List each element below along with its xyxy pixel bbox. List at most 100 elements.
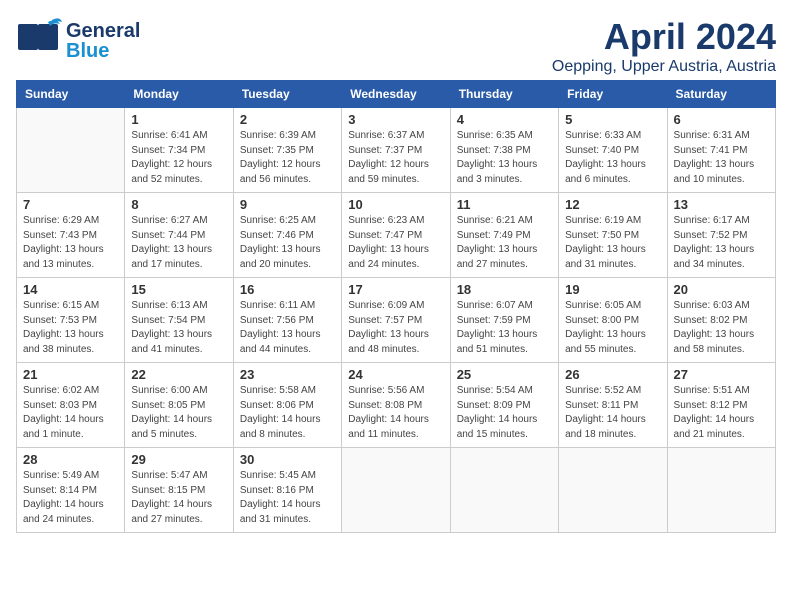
logo-blue: Blue xyxy=(66,41,140,61)
calendar-cell xyxy=(17,108,125,193)
weekday-header: Thursday xyxy=(450,81,558,108)
day-number: 30 xyxy=(240,452,335,467)
calendar-cell: 9 Sunrise: 6:25 AM Sunset: 7:46 PM Daylig… xyxy=(233,193,341,278)
month-title: April 2024 xyxy=(552,16,776,58)
day-detail: Sunrise: 5:58 AM Sunset: 8:06 PM Dayligh… xyxy=(240,384,335,442)
day-number: 27 xyxy=(674,367,769,382)
weekday-header: Sunday xyxy=(17,81,125,108)
calendar-cell: 25Sunrise: 5:54 AM Sunset: 8:09 PM Dayli… xyxy=(450,363,558,448)
calendar-cell: 28 Sunrise: 5:49 AM Sunset: 8:14 PM Dayli… xyxy=(17,448,125,533)
day-detail: Sunrise: 5:52 AM Sunset: 8:11 PM Dayligh… xyxy=(565,384,660,442)
calendar-week-row: 28 Sunrise: 5:49 AM Sunset: 8:14 PM Dayli… xyxy=(17,448,776,533)
logo-general: General xyxy=(66,21,140,41)
day-detail: Sunrise: 6:25 AM Sunset: 7:46 PM Dayligh… xyxy=(240,214,335,272)
day-number: 2 xyxy=(240,112,335,127)
day-number: 18 xyxy=(457,282,552,297)
day-number: 9 xyxy=(240,197,335,212)
calendar-header: SundayMondayTuesdayWednesdayThursdayFrid… xyxy=(17,81,776,108)
calendar-cell: 21Sunrise: 6:02 AM Sunset: 8:03 PM Dayli… xyxy=(17,363,125,448)
calendar-cell: 20 Sunrise: 6:03 AM Sunset: 8:02 PM Dayli… xyxy=(667,278,775,363)
day-number: 1 xyxy=(131,112,226,127)
calendar-cell: 14Sunrise: 6:15 AM Sunset: 7:53 PM Dayli… xyxy=(17,278,125,363)
calendar-week-row: 7 Sunrise: 6:29 AM Sunset: 7:43 PM Daylig… xyxy=(17,193,776,278)
day-detail: Sunrise: 6:00 AM Sunset: 8:05 PM Dayligh… xyxy=(131,384,226,442)
day-number: 16 xyxy=(240,282,335,297)
day-detail: Sunrise: 6:39 AM Sunset: 7:35 PM Dayligh… xyxy=(240,129,335,187)
day-number: 20 xyxy=(674,282,769,297)
day-number: 5 xyxy=(565,112,660,127)
calendar-cell: 5Sunrise: 6:33 AM Sunset: 7:40 PM Daylig… xyxy=(559,108,667,193)
calendar-cell: 22 Sunrise: 6:00 AM Sunset: 8:05 PM Dayli… xyxy=(125,363,233,448)
day-detail: Sunrise: 6:41 AM Sunset: 7:34 PM Dayligh… xyxy=(131,129,226,187)
day-number: 15 xyxy=(131,282,226,297)
day-detail: Sunrise: 6:07 AM Sunset: 7:59 PM Dayligh… xyxy=(457,299,552,357)
calendar-cell: 17Sunrise: 6:09 AM Sunset: 7:57 PM Dayli… xyxy=(342,278,450,363)
day-detail: Sunrise: 5:45 AM Sunset: 8:16 PM Dayligh… xyxy=(240,469,335,527)
calendar-week-row: 21Sunrise: 6:02 AM Sunset: 8:03 PM Dayli… xyxy=(17,363,776,448)
day-number: 29 xyxy=(131,452,226,467)
calendar-table: SundayMondayTuesdayWednesdayThursdayFrid… xyxy=(16,80,776,533)
day-detail: Sunrise: 5:54 AM Sunset: 8:09 PM Dayligh… xyxy=(457,384,552,442)
day-number: 21 xyxy=(23,367,118,382)
day-detail: Sunrise: 5:47 AM Sunset: 8:15 PM Dayligh… xyxy=(131,469,226,527)
calendar-cell: 19 Sunrise: 6:05 AM Sunset: 8:00 PM Dayli… xyxy=(559,278,667,363)
day-detail: Sunrise: 6:09 AM Sunset: 7:57 PM Dayligh… xyxy=(348,299,443,357)
calendar-cell xyxy=(559,448,667,533)
day-number: 23 xyxy=(240,367,335,382)
day-detail: Sunrise: 6:37 AM Sunset: 7:37 PM Dayligh… xyxy=(348,129,443,187)
calendar-cell: 7 Sunrise: 6:29 AM Sunset: 7:43 PM Daylig… xyxy=(17,193,125,278)
day-number: 6 xyxy=(674,112,769,127)
day-number: 14 xyxy=(23,282,118,297)
day-number: 24 xyxy=(348,367,443,382)
day-number: 10 xyxy=(348,197,443,212)
day-detail: Sunrise: 6:35 AM Sunset: 7:38 PM Dayligh… xyxy=(457,129,552,187)
calendar-cell: 15 Sunrise: 6:13 AM Sunset: 7:54 PM Dayli… xyxy=(125,278,233,363)
weekday-header: Tuesday xyxy=(233,81,341,108)
day-detail: Sunrise: 6:05 AM Sunset: 8:00 PM Dayligh… xyxy=(565,299,660,357)
calendar-cell: 16 Sunrise: 6:11 AM Sunset: 7:56 PM Dayli… xyxy=(233,278,341,363)
weekday-header: Friday xyxy=(559,81,667,108)
calendar-cell: 26 Sunrise: 5:52 AM Sunset: 8:11 PM Dayli… xyxy=(559,363,667,448)
calendar-cell: 11Sunrise: 6:21 AM Sunset: 7:49 PM Dayli… xyxy=(450,193,558,278)
calendar-cell xyxy=(450,448,558,533)
day-detail: Sunrise: 5:56 AM Sunset: 8:08 PM Dayligh… xyxy=(348,384,443,442)
calendar-cell: 6 Sunrise: 6:31 AM Sunset: 7:41 PM Daylig… xyxy=(667,108,775,193)
day-detail: Sunrise: 6:11 AM Sunset: 7:56 PM Dayligh… xyxy=(240,299,335,357)
calendar-cell: 8Sunrise: 6:27 AM Sunset: 7:44 PM Daylig… xyxy=(125,193,233,278)
calendar-cell: 1 Sunrise: 6:41 AM Sunset: 7:34 PM Daylig… xyxy=(125,108,233,193)
location-title: Oepping, Upper Austria, Austria xyxy=(552,58,776,76)
title-section: April 2024 Oepping, Upper Austria, Austr… xyxy=(552,16,776,76)
calendar-cell: 2 Sunrise: 6:39 AM Sunset: 7:35 PM Daylig… xyxy=(233,108,341,193)
day-detail: Sunrise: 6:31 AM Sunset: 7:41 PM Dayligh… xyxy=(674,129,769,187)
calendar-cell: 3 Sunrise: 6:37 AM Sunset: 7:37 PM Daylig… xyxy=(342,108,450,193)
day-detail: Sunrise: 6:19 AM Sunset: 7:50 PM Dayligh… xyxy=(565,214,660,272)
calendar-cell xyxy=(667,448,775,533)
calendar-cell: 13Sunrise: 6:17 AM Sunset: 7:52 PM Dayli… xyxy=(667,193,775,278)
day-number: 11 xyxy=(457,197,552,212)
calendar-cell: 18 Sunrise: 6:07 AM Sunset: 7:59 PM Dayli… xyxy=(450,278,558,363)
day-number: 26 xyxy=(565,367,660,382)
calendar-cell: 24 Sunrise: 5:56 AM Sunset: 8:08 PM Dayli… xyxy=(342,363,450,448)
day-detail: Sunrise: 6:13 AM Sunset: 7:54 PM Dayligh… xyxy=(131,299,226,357)
logo-icon xyxy=(16,16,64,60)
day-detail: Sunrise: 5:51 AM Sunset: 8:12 PM Dayligh… xyxy=(674,384,769,442)
day-number: 12 xyxy=(565,197,660,212)
day-detail: Sunrise: 6:03 AM Sunset: 8:02 PM Dayligh… xyxy=(674,299,769,357)
weekday-header: Wednesday xyxy=(342,81,450,108)
calendar-cell: 12 Sunrise: 6:19 AM Sunset: 7:50 PM Dayli… xyxy=(559,193,667,278)
day-number: 19 xyxy=(565,282,660,297)
day-number: 28 xyxy=(23,452,118,467)
day-number: 22 xyxy=(131,367,226,382)
weekday-header: Monday xyxy=(125,81,233,108)
day-number: 7 xyxy=(23,197,118,212)
calendar-cell: 27 Sunrise: 5:51 AM Sunset: 8:12 PM Dayli… xyxy=(667,363,775,448)
day-detail: Sunrise: 6:29 AM Sunset: 7:43 PM Dayligh… xyxy=(23,214,118,272)
calendar-cell: 10Sunrise: 6:23 AM Sunset: 7:47 PM Dayli… xyxy=(342,193,450,278)
day-number: 3 xyxy=(348,112,443,127)
weekday-header: Saturday xyxy=(667,81,775,108)
calendar-cell xyxy=(342,448,450,533)
day-number: 8 xyxy=(131,197,226,212)
day-detail: Sunrise: 5:49 AM Sunset: 8:14 PM Dayligh… xyxy=(23,469,118,527)
calendar-cell: 23 Sunrise: 5:58 AM Sunset: 8:06 PM Dayli… xyxy=(233,363,341,448)
logo: General Blue xyxy=(16,16,140,65)
